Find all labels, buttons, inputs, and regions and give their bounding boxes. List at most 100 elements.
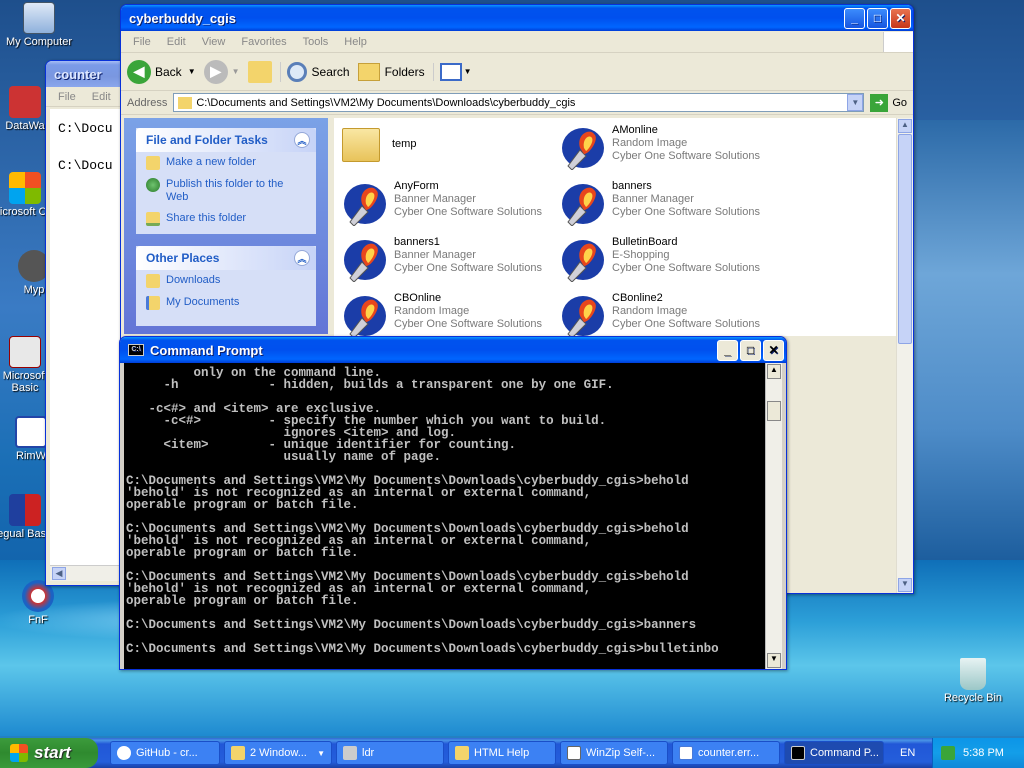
go-button[interactable]: ➜ Go: [870, 93, 907, 112]
file-name: banners: [612, 180, 652, 192]
task-windows-group[interactable]: 2 Window... ▼: [224, 741, 332, 765]
file-item-banners1[interactable]: banners1 Banner Manager Cyber One Software…: [342, 236, 552, 288]
menu-tools[interactable]: Tools: [295, 36, 337, 48]
explorer-titlebar[interactable]: cyberbuddy_cgis _ □ ✕: [121, 5, 913, 31]
chevron-down-icon: ▼: [317, 748, 325, 758]
task-winzip[interactable]: WinZip Self-...: [560, 741, 668, 765]
scroll-thumb[interactable]: [767, 401, 781, 421]
desktop-icon-recycle-bin[interactable]: Recycle Bin: [936, 658, 1010, 704]
file-company: Cyber One Software Solutions: [612, 262, 760, 274]
file-name: AnyForm: [394, 180, 439, 192]
file-folder-tasks-header[interactable]: File and Folder Tasks ︽: [136, 128, 316, 152]
folder-icon: [231, 746, 245, 760]
views-button[interactable]: ▼: [432, 62, 472, 81]
file-item-bulletinboard[interactable]: BulletinBoard E-Shopping Cyber One Softwar…: [560, 236, 770, 288]
search-button[interactable]: Search: [279, 61, 350, 82]
file-item-banners[interactable]: banners Banner Manager Cyber One Software …: [560, 180, 770, 232]
desktop-icon-my-computer[interactable]: My Computer: [2, 2, 76, 48]
ldr-icon: [343, 746, 357, 760]
file-item-temp[interactable]: temp: [342, 124, 552, 176]
cmd-vscroll[interactable]: ▲ ▼: [765, 363, 782, 669]
task-github[interactable]: GitHub - cr...: [110, 741, 220, 765]
explorer-vscroll[interactable]: ▲ ▼: [896, 118, 913, 593]
forward-button[interactable]: ▶ ▼: [203, 59, 240, 84]
file-name: BulletinBoard: [612, 236, 678, 248]
menu-help[interactable]: Help: [336, 36, 375, 48]
file-company: Cyber One Software Solutions: [394, 318, 542, 330]
cmd-icon: [791, 746, 805, 760]
address-dropdown-icon[interactable]: ▼: [847, 94, 864, 111]
up-folder-button[interactable]: [247, 60, 272, 83]
scroll-thumb[interactable]: [898, 134, 912, 344]
torch-exe-icon: [560, 180, 606, 227]
menu-edit[interactable]: Edit: [84, 91, 119, 103]
scroll-up-arrow-icon[interactable]: ▲: [898, 119, 912, 133]
folders-button[interactable]: Folders: [357, 62, 425, 81]
tray-app-icon[interactable]: [941, 746, 955, 760]
place-downloads[interactable]: Downloads: [136, 270, 316, 292]
task-make-new-folder[interactable]: Make a new folder: [136, 152, 316, 174]
menu-favorites[interactable]: Favorites: [233, 36, 294, 48]
collapse-chevron-icon[interactable]: ︽: [294, 250, 310, 266]
chevron-down-icon[interactable]: ▼: [464, 67, 472, 76]
file-type: E-Shopping: [612, 249, 670, 261]
start-button[interactable]: start: [0, 738, 98, 768]
views-icon: [439, 62, 462, 81]
explorer-task-pane: File and Folder Tasks ︽ Make a new folde…: [124, 118, 328, 334]
scroll-left-arrow-icon[interactable]: ◀: [52, 567, 66, 580]
task-share-folder[interactable]: Share this folder: [136, 208, 316, 234]
menu-view[interactable]: View: [194, 36, 234, 48]
file-item-amonline[interactable]: AMonline Random Image Cyber One Software S…: [560, 124, 770, 176]
file-list: temp AMonline Random Image Cyber One Softw…: [334, 118, 896, 339]
language-indicator[interactable]: EN: [900, 747, 915, 759]
task-html-help[interactable]: HTML Help: [448, 741, 556, 765]
maximize-button[interactable]: □: [867, 7, 888, 29]
search-icon: [286, 61, 307, 82]
close-button[interactable]: ✕: [763, 339, 784, 361]
file-name: CBonline2: [612, 292, 663, 304]
task-counter-err[interactable]: counter.err...: [672, 741, 780, 765]
cmd-titlebar[interactable]: C:\ Command Prompt _ □ ✕: [120, 337, 786, 363]
windows-logo-icon: [883, 31, 913, 52]
address-input[interactable]: C:\Documents and Settings\VM2\My Documen…: [173, 93, 865, 112]
taskbar: start GitHub - cr... 2 Window... ▼ ldr H…: [0, 738, 1024, 768]
task-publish-web[interactable]: Publish this folder to the Web: [136, 174, 316, 208]
collapse-chevron-icon[interactable]: ︽: [294, 132, 310, 148]
menu-edit[interactable]: Edit: [159, 36, 194, 48]
close-button[interactable]: ✕: [890, 7, 911, 29]
file-type: Banner Manager: [394, 249, 476, 261]
maximize-button[interactable]: □: [740, 339, 761, 361]
scroll-up-arrow-icon[interactable]: ▲: [767, 364, 781, 379]
scroll-down-arrow-icon[interactable]: ▼: [898, 578, 912, 592]
file-name: AMonline: [612, 124, 658, 136]
visual-cpp-icon: [9, 172, 41, 204]
place-my-documents[interactable]: My Documents: [136, 292, 316, 314]
address-label: Address: [127, 96, 168, 109]
chevron-down-icon[interactable]: ▼: [232, 67, 240, 76]
cmd-console-output[interactable]: only on the command line. -h - hidden, b…: [124, 363, 766, 669]
task-ldr[interactable]: ldr: [336, 741, 444, 765]
file-type: Banner Manager: [394, 193, 476, 205]
menu-file[interactable]: File: [50, 91, 84, 103]
folder-icon: [178, 96, 193, 109]
torch-exe-icon: [342, 236, 388, 283]
torch-exe-icon: [342, 180, 388, 227]
file-item-anyform[interactable]: AnyForm Banner Manager Cyber One Software …: [342, 180, 552, 232]
file-company: Cyber One Software Solutions: [612, 318, 760, 330]
cmd-icon: C:\: [128, 344, 144, 356]
desktop-icon-fnf[interactable]: FnF: [1, 580, 75, 626]
scroll-down-arrow-icon[interactable]: ▼: [767, 653, 781, 668]
help-icon: [455, 746, 469, 760]
computer-icon: [23, 2, 55, 34]
chevron-down-icon[interactable]: ▼: [188, 67, 196, 76]
other-places-header[interactable]: Other Places ︽: [136, 246, 316, 270]
clock[interactable]: 5:38 PM: [963, 747, 1004, 759]
file-company: Cyber One Software Solutions: [394, 206, 542, 218]
minimize-button[interactable]: _: [717, 339, 738, 361]
torch-exe-icon: [342, 292, 388, 339]
minimize-button[interactable]: _: [844, 7, 865, 29]
task-command-prompt[interactable]: Command P...: [784, 741, 884, 765]
command-prompt-window[interactable]: C:\ Command Prompt _ □ ✕ only on the com…: [119, 336, 787, 670]
menu-file[interactable]: File: [125, 36, 159, 48]
back-button[interactable]: ◀ Back ▼: [127, 59, 196, 84]
